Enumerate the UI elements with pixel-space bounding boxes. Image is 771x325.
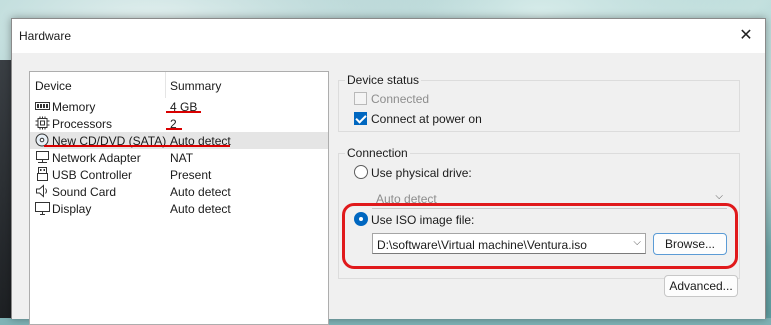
network-icon [36, 151, 49, 163]
advanced-button[interactable]: Advanced... [664, 275, 738, 297]
connect-at-power-on-checkbox[interactable] [354, 112, 367, 125]
annotation-highlight-box [342, 203, 738, 269]
device-row-display[interactable]: Display Auto detect [30, 200, 328, 217]
device-name: Network Adapter [52, 151, 141, 165]
device-status-group: Device status Connected Connect at power… [338, 73, 740, 132]
connected-label: Connected [371, 92, 430, 106]
hardware-dialog: Hardware ✕ Device Summary Memory 4 GB Pr… [11, 18, 766, 325]
processor-icon [35, 116, 50, 130]
chevron-down-icon: ⌵ [715, 191, 723, 202]
annotation-underline [44, 145, 230, 147]
device-row-sound-card[interactable]: Sound Card Auto detect [30, 183, 328, 200]
close-icon[interactable]: ✕ [733, 23, 759, 49]
monitor-icon [35, 202, 50, 215]
device-summary: Auto detect [170, 185, 231, 199]
window-title: Hardware [19, 29, 72, 43]
title-bar: Hardware ✕ [12, 19, 765, 53]
connection-label: Connection [345, 146, 410, 160]
device-name: Sound Card [52, 185, 117, 199]
annotation-underline [166, 111, 201, 113]
speaker-icon [36, 184, 47, 198]
physical-drive-label: Use physical drive: [371, 166, 472, 180]
device-summary: NAT [170, 151, 194, 165]
device-list-header: Device Summary [30, 72, 328, 98]
device-status-label: Device status [345, 73, 422, 87]
device-summary: Present [170, 168, 212, 182]
column-header-summary[interactable]: Summary [170, 79, 221, 93]
connect-at-power-on-label: Connect at power on [371, 112, 482, 126]
column-separator [165, 72, 166, 98]
device-name: Memory [52, 100, 96, 114]
column-header-device[interactable]: Device [35, 79, 72, 93]
device-row-network-adapter[interactable]: Network Adapter NAT [30, 149, 328, 166]
device-name: Display [52, 202, 92, 216]
connected-checkbox[interactable] [354, 92, 367, 105]
device-summary: Auto detect [170, 202, 231, 216]
usb-icon [37, 167, 48, 181]
device-name: Processors [52, 117, 113, 131]
device-list[interactable]: Device Summary Memory 4 GB Processors 2 [29, 71, 329, 325]
device-row-usb-controller[interactable]: USB Controller Present [30, 166, 328, 183]
physical-drive-radio[interactable] [354, 165, 368, 179]
annotation-underline [166, 128, 182, 130]
device-name: USB Controller [52, 168, 133, 182]
memory-icon [35, 102, 50, 110]
